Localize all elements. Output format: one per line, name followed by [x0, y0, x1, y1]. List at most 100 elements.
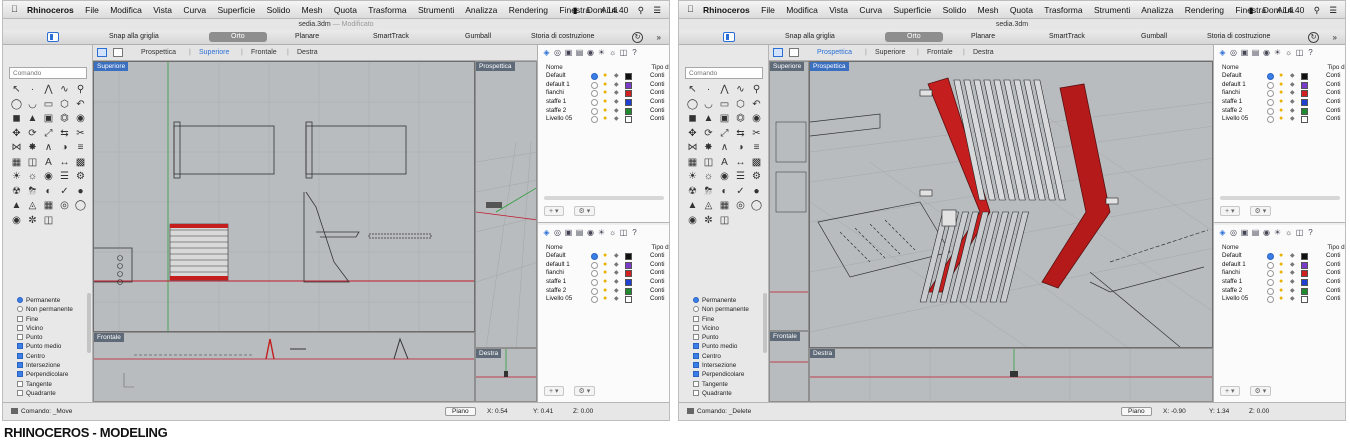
bulb-icon[interactable]: ● — [603, 98, 607, 107]
menu-curva[interactable]: Curva — [183, 5, 206, 15]
current-layer-radio[interactable] — [1267, 116, 1274, 124]
camera-icon[interactable]: ◉ — [41, 170, 56, 185]
scale-icon[interactable]: ⤢ — [41, 127, 56, 142]
help-icon[interactable]: ? — [1305, 228, 1316, 237]
help-icon[interactable]: ? — [629, 48, 640, 57]
menu-trasforma[interactable]: Trasforma — [1044, 5, 1082, 15]
layer-color-swatch[interactable] — [625, 81, 632, 89]
lock-icon[interactable]: ◆ — [614, 269, 619, 278]
mesh-icon[interactable]: ◬ — [25, 199, 40, 214]
panels-toggle-button[interactable] — [47, 32, 59, 42]
current-layer-radio[interactable] — [1267, 279, 1274, 287]
properties-tab-icon[interactable]: ◎ — [1228, 48, 1239, 57]
lock-icon[interactable]: ◆ — [1290, 89, 1295, 98]
mirror-icon[interactable]: ⇆ — [733, 127, 748, 142]
hatch-icon[interactable]: ▩ — [73, 156, 88, 171]
history-toggle[interactable]: Storia di costruzione — [1207, 33, 1270, 40]
checkbox-off[interactable] — [693, 334, 699, 341]
history-toggle[interactable]: Storia di costruzione — [531, 33, 594, 40]
menu-mesh[interactable]: Mesh — [978, 5, 999, 15]
menu-analizza[interactable]: Analizza — [465, 5, 497, 15]
gumball-toggle[interactable]: Gumball — [1141, 33, 1167, 40]
current-layer-radio[interactable] — [1267, 81, 1274, 89]
lock-icon[interactable]: ◆ — [1290, 107, 1295, 116]
render-tab-icon[interactable]: ☀ — [1272, 228, 1283, 237]
properties-icon[interactable]: ⚙ — [749, 170, 764, 185]
transform-icon[interactable]: ◐ — [41, 185, 56, 200]
layers-tab-icon[interactable]: ◈ — [1217, 228, 1228, 237]
viewport-destra[interactable]: Destra — [475, 348, 537, 402]
car-icon[interactable]: ⛈ — [25, 185, 40, 200]
bulb-icon[interactable]: ● — [749, 185, 764, 200]
viewport-superiore[interactable]: Superiore — [93, 61, 475, 332]
radio-off[interactable] — [693, 306, 699, 313]
bulb-icon[interactable]: ● — [603, 107, 607, 116]
checkbox-on[interactable] — [693, 371, 699, 378]
lights-tab-icon[interactable]: ☼ — [1283, 48, 1294, 57]
move-icon[interactable]: ✥ — [9, 127, 24, 142]
checkbox-on[interactable] — [693, 362, 699, 369]
move-icon[interactable]: ✥ — [685, 127, 700, 142]
layer-color-swatch[interactable] — [1301, 99, 1308, 107]
display-tab-icon[interactable]: ▣ — [1239, 48, 1250, 57]
snap-intersezione[interactable]: Intersezione — [17, 361, 89, 370]
four-view-icon[interactable] — [113, 48, 123, 57]
layer-row[interactable]: fianchi ● ◆ Conti — [544, 269, 669, 278]
zoom-icon[interactable]: ⚲ — [73, 83, 88, 98]
analyze-icon[interactable]: ☢ — [9, 185, 24, 200]
add-layer-button[interactable]: + ▾ — [1220, 386, 1240, 396]
check-icon[interactable]: ✓ — [733, 185, 748, 200]
current-layer-radio[interactable] — [591, 107, 598, 115]
render-tab-icon[interactable]: ☀ — [1272, 48, 1283, 57]
current-layer-radio[interactable] — [591, 73, 598, 80]
snap-tangente[interactable]: Tangente — [693, 380, 765, 389]
bulb-icon[interactable]: ● — [1279, 107, 1283, 116]
rotate-icon[interactable]: ⟳ — [25, 127, 40, 142]
current-layer-radio[interactable] — [591, 270, 598, 278]
layer-row[interactable]: Livello 05 ● ◆ Conti — [1220, 295, 1345, 304]
current-layer-radio[interactable] — [591, 261, 598, 269]
layer-row[interactable]: fianchi ● ◆ Conti — [544, 89, 669, 98]
menu-vista[interactable]: Vista — [153, 5, 172, 15]
surface-icon[interactable]: ▲ — [701, 112, 716, 127]
display-tab-icon[interactable]: ▣ — [563, 228, 574, 237]
snap-centro[interactable]: Centro — [693, 352, 765, 361]
current-layer-radio[interactable] — [591, 287, 598, 295]
smarttrack-toggle[interactable]: SmartTrack — [1049, 33, 1085, 40]
check-icon[interactable]: ✓ — [57, 185, 72, 200]
menu-strumenti[interactable]: Strumenti — [1094, 5, 1130, 15]
bulb-icon[interactable]: ● — [603, 278, 607, 287]
current-layer-radio[interactable] — [1267, 287, 1274, 295]
layer-color-swatch[interactable] — [1301, 279, 1308, 287]
lock-icon[interactable]: ◆ — [1290, 295, 1295, 304]
bulb-icon[interactable]: ● — [603, 81, 607, 90]
lock-icon[interactable]: ◆ — [1290, 287, 1295, 296]
lock-icon[interactable]: ◆ — [1290, 261, 1295, 270]
layer-color-swatch[interactable] — [1301, 73, 1308, 80]
menu-superficie[interactable]: Superficie — [893, 5, 931, 15]
tab-destra[interactable]: Destra — [973, 49, 994, 56]
battery-icon[interactable]: ▮ — [573, 5, 578, 15]
layers-tab-icon[interactable]: ◈ — [541, 48, 552, 57]
bulb-icon[interactable]: ● — [1279, 287, 1283, 296]
render-icon[interactable]: ☀ — [685, 170, 700, 185]
curve-icon[interactable]: ∿ — [733, 83, 748, 98]
rectangle-icon[interactable]: ▭ — [41, 98, 56, 113]
extrude-icon[interactable]: ◼ — [9, 112, 24, 127]
snap-punto-medio[interactable]: Punto medio — [17, 342, 89, 351]
layer-color-swatch[interactable] — [1301, 261, 1308, 269]
menu-quota[interactable]: Quota — [1010, 5, 1033, 15]
planar-icon[interactable]: ◯ — [73, 199, 88, 214]
current-layer-radio[interactable] — [591, 296, 598, 304]
refresh-icon[interactable]: ↻ — [1308, 32, 1319, 43]
checkbox-off[interactable] — [693, 380, 699, 387]
layer-color-swatch[interactable] — [1301, 287, 1308, 295]
box-icon[interactable]: ▣ — [717, 112, 732, 127]
battery-icon[interactable]: ▮ — [1249, 5, 1254, 15]
materials-tab-icon[interactable]: ◉ — [1261, 228, 1272, 237]
layer-color-swatch[interactable] — [1301, 296, 1308, 304]
curve-icon[interactable]: ∿ — [57, 83, 72, 98]
layer-row[interactable]: staffe 1 ● ◆ Conti — [1220, 98, 1345, 107]
search-icon[interactable]: ⚲ — [1314, 5, 1320, 15]
properties-tab-icon[interactable]: ◎ — [552, 228, 563, 237]
